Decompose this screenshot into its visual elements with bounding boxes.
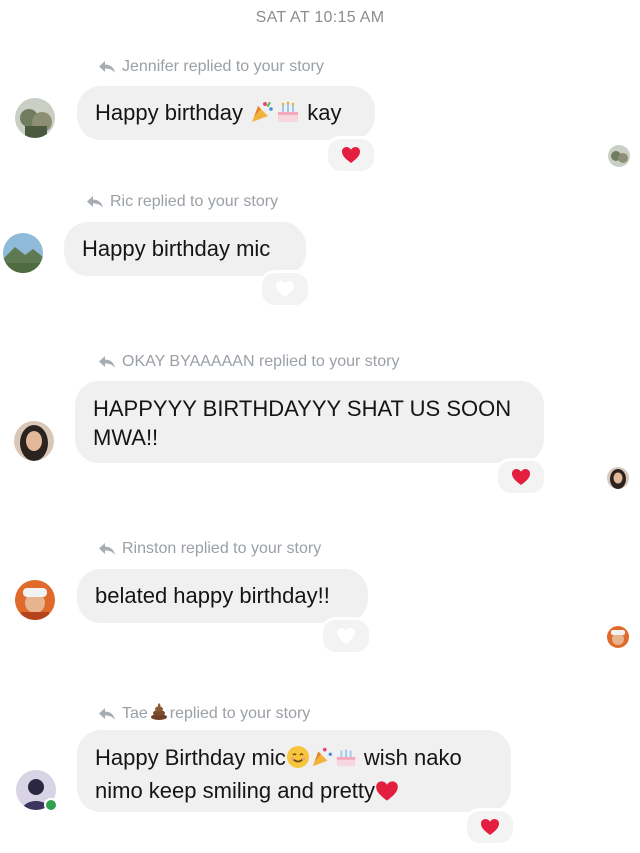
story-reply-label: Rinston replied to your story: [98, 540, 321, 558]
online-status-indicator: [44, 798, 58, 812]
party-popper-icon: [249, 100, 275, 131]
heart-reaction[interactable]: [464, 808, 516, 846]
conversation-timestamp: SAT AT 10:15 AM: [255, 9, 385, 26]
avatar-photo-icon: [607, 626, 629, 648]
heart-outline-icon: [276, 281, 294, 297]
avatar[interactable]: [15, 98, 55, 138]
heart-reaction[interactable]: [325, 136, 377, 174]
message-bubble[interactable]: belated happy birthday!!: [77, 569, 368, 623]
message-bubble[interactable]: HAPPYYY BIRTHDAYYY SHAT US SOON MWA!!: [75, 381, 544, 463]
cake-icon: [334, 745, 358, 776]
cake-icon: [275, 100, 301, 131]
heart-icon: [512, 469, 530, 485]
message-bubble[interactable]: Happy Birthday mic wish nako nimo keep s…: [77, 730, 511, 812]
heart-reaction[interactable]: [495, 458, 547, 496]
avatar[interactable]: [15, 580, 55, 620]
message-bubble[interactable]: Happy birthday mic: [64, 222, 306, 276]
seen-indicator-avatar: [608, 145, 630, 167]
heart-reaction[interactable]: [259, 270, 311, 308]
party-popper-icon: [310, 745, 334, 776]
smiling-face-icon: [286, 745, 310, 776]
reply-arrow-icon: [99, 61, 115, 73]
avatar-photo-icon: [14, 421, 54, 461]
reply-arrow-icon: [99, 543, 115, 555]
avatar[interactable]: [3, 233, 43, 273]
avatar-photo-icon: [3, 233, 43, 273]
story-reply-label: OKAY BYAAAAAN replied to your story: [98, 353, 399, 371]
message-bubble[interactable]: Happy birthday kay: [77, 86, 375, 140]
reply-arrow-icon: [99, 356, 115, 368]
heart-outline-icon: [337, 628, 355, 644]
seen-indicator-avatar: [607, 626, 629, 648]
avatar-photo-icon: [608, 145, 630, 167]
avatar-photo-icon: [607, 467, 629, 489]
avatar[interactable]: [14, 421, 54, 461]
story-reply-label: Jennifer replied to your story: [98, 58, 324, 76]
red-heart-icon: [375, 780, 399, 809]
heart-reaction[interactable]: [320, 617, 372, 655]
story-reply-label: Tae replied to your story: [98, 702, 310, 725]
reply-arrow-icon: [99, 707, 115, 720]
avatar-photo-icon: [15, 580, 55, 620]
avatar-photo-icon: [15, 98, 55, 138]
story-reply-label: Ric replied to your story: [86, 193, 278, 211]
seen-indicator-avatar: [607, 467, 629, 489]
reply-arrow-icon: [87, 196, 103, 208]
heart-icon: [481, 819, 499, 835]
pile-of-poo-icon: [150, 702, 168, 725]
heart-icon: [342, 147, 360, 163]
